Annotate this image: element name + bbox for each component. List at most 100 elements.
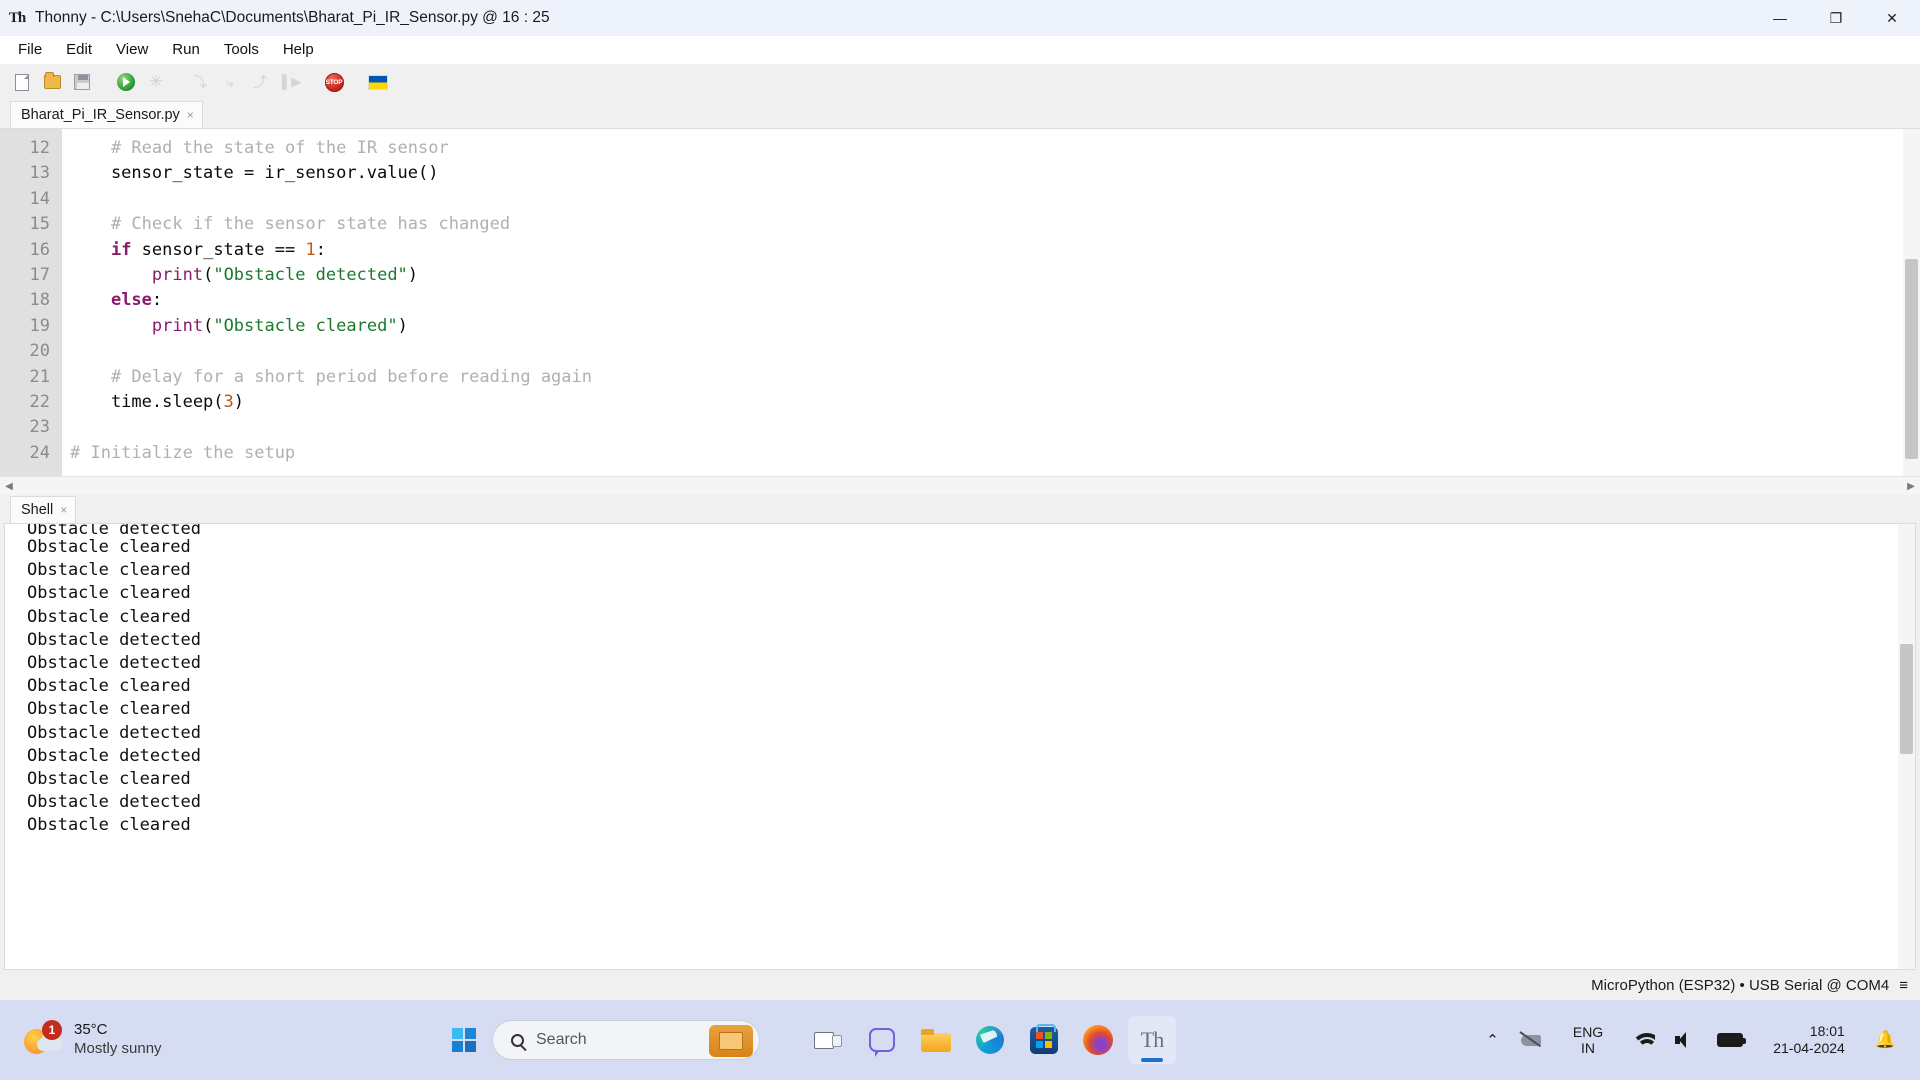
shell-vertical-scrollbar[interactable] <box>1898 524 1915 969</box>
ukraine-flag-button[interactable] <box>364 68 392 96</box>
hscroll-left-arrow-icon[interactable]: ◀ <box>0 481 18 492</box>
microsoft-store-button[interactable] <box>1020 1016 1068 1064</box>
editor-vertical-scrollbar[interactable] <box>1903 129 1920 476</box>
menu-file[interactable]: File <box>6 37 54 63</box>
shell-tab-close-icon[interactable]: × <box>60 503 67 517</box>
weather-text: 35°C Mostly sunny <box>74 1021 162 1059</box>
maximize-button[interactable]: ❐ <box>1808 0 1864 36</box>
code-token: # Read the state of the IR sensor <box>110 138 449 158</box>
step-out-button[interactable]: ⤴ <box>246 68 274 96</box>
debug-button[interactable]: ✳ <box>142 68 170 96</box>
code-line: # Initialize the setup <box>70 441 1920 466</box>
line-number: 14 <box>29 188 50 209</box>
run-button[interactable] <box>112 68 140 96</box>
backend-menu-icon[interactable]: ≡ <box>1899 977 1908 994</box>
edge-button[interactable] <box>966 1016 1014 1064</box>
network-button[interactable] <box>1621 1016 1665 1064</box>
code-token: 1 <box>305 239 316 260</box>
code-token: ( <box>203 264 214 285</box>
clock-time: 18:01 <box>1809 1023 1845 1040</box>
menu-help[interactable]: Help <box>271 37 326 63</box>
shell-line: Obstacle detected <box>27 629 201 650</box>
code-token: # Check if the sensor state has changed <box>110 214 511 235</box>
pen-menu-button[interactable] <box>1509 1016 1555 1064</box>
thonny-taskbar-icon: Th <box>1140 1027 1164 1052</box>
hscroll-right-arrow-icon[interactable]: ▶ <box>1902 481 1920 492</box>
run-icon <box>117 73 135 91</box>
save-file-button[interactable] <box>68 68 96 96</box>
menu-run[interactable]: Run <box>160 37 212 63</box>
shell-scroll-thumb[interactable] <box>1900 644 1913 754</box>
step-into-icon: ⤷ <box>226 74 234 90</box>
step-over-button[interactable]: ⤵ <box>186 68 214 96</box>
editor-horizontal-scrollbar[interactable]: ◀ ▶ <box>0 476 1920 495</box>
line-number: 15 <box>29 214 50 235</box>
chevron-up-icon: ⌃ <box>1486 1032 1499 1049</box>
code-editor[interactable]: 12 13 14 15 16 17 18 19 20 21 22 23 24 # Read the st… <box>0 128 1920 476</box>
shell-line: Obstacle cleared <box>27 676 191 697</box>
shell-line: Obstacle detected <box>27 792 201 813</box>
weather-widget[interactable]: 1 35°C Mostly sunny <box>22 1020 322 1059</box>
title-bar: Th Thonny - C:\Users\SnehaC\Documents\Bh… <box>0 0 1920 36</box>
code-token: time.sleep( <box>70 391 224 412</box>
battery-button[interactable] <box>1707 1016 1753 1064</box>
code-token: ) <box>233 391 245 412</box>
search-input[interactable]: Search <box>492 1020 760 1060</box>
chat-button[interactable] <box>858 1016 906 1064</box>
file-explorer-button[interactable] <box>912 1016 960 1064</box>
menu-tools[interactable]: Tools <box>212 37 271 63</box>
code-token: # Initialize the setup <box>70 442 296 463</box>
briefcase-icon <box>709 1025 753 1057</box>
code-token: "Obstacle cleared" <box>213 315 398 336</box>
shell-output[interactable]: Obstacle detected Obstacle cleared Obstacl… <box>5 524 1915 969</box>
clock-button[interactable]: 18:01 21-04-2024 <box>1753 1016 1865 1064</box>
stop-button[interactable]: STOP <box>320 68 348 96</box>
shell-line: Obstacle cleared <box>27 815 191 836</box>
show-hidden-icons-button[interactable]: ⌃ <box>1476 1016 1509 1064</box>
tab-shell[interactable]: Shell × <box>10 496 77 523</box>
code-line: # Delay for a short period before readin… <box>70 365 1920 390</box>
close-button[interactable]: ✕ <box>1864 0 1920 36</box>
code-line: if sensor_state == 1: <box>70 238 1920 263</box>
menu-edit[interactable]: Edit <box>54 37 104 63</box>
line-number: 16 <box>29 239 50 260</box>
shell-tab-label: Shell <box>21 502 54 518</box>
resume-button[interactable]: ▌▶ <box>276 68 304 96</box>
windows-logo-icon <box>451 1027 477 1053</box>
code-token: ) <box>397 315 408 336</box>
interpreter-status[interactable]: MicroPython (ESP32) • USB Serial @ COM4 <box>1591 977 1889 994</box>
code-token: if <box>110 239 132 260</box>
shell-panel[interactable]: Obstacle detected Obstacle cleared Obstacl… <box>4 523 1916 970</box>
editor-scroll-thumb[interactable] <box>1905 259 1918 459</box>
task-view-button[interactable] <box>804 1016 852 1064</box>
menu-view[interactable]: View <box>104 37 160 63</box>
code-token: ( <box>203 315 214 336</box>
wifi-icon <box>1631 1031 1656 1049</box>
new-file-button[interactable] <box>8 68 36 96</box>
line-number: 21 <box>29 366 50 387</box>
line-number: 24 <box>29 442 50 463</box>
minimize-button[interactable]: — <box>1752 0 1808 36</box>
volume-button[interactable] <box>1665 1016 1707 1064</box>
code-token: sensor_state = ir_sensor.value() <box>70 163 439 184</box>
shell-line: Obstacle cleared <box>27 768 191 789</box>
step-into-button[interactable]: ⤷ <box>216 68 244 96</box>
new-file-icon <box>15 73 29 91</box>
firefox-button[interactable] <box>1074 1016 1122 1064</box>
line-number: 20 <box>29 341 50 362</box>
open-file-button[interactable] <box>38 68 66 96</box>
code-line: else: <box>70 288 1920 313</box>
tab-close-icon[interactable]: × <box>187 108 194 122</box>
code-area[interactable]: # Read the state of the IR sensor sensor… <box>62 129 1920 476</box>
language-button[interactable]: ENG IN <box>1555 1016 1621 1064</box>
thonny-window: Th Thonny - C:\Users\SnehaC\Documents\Bh… <box>0 0 1920 1000</box>
task-view-icon <box>814 1030 842 1051</box>
line-number: 12 <box>29 138 50 158</box>
start-button[interactable] <box>440 1016 488 1064</box>
shell-line: Obstacle cleared <box>27 537 191 557</box>
tab-bharat-pi-ir-sensor[interactable]: Bharat_Pi_IR_Sensor.py × <box>10 101 203 128</box>
microsoft-store-icon <box>1030 1023 1058 1054</box>
firefox-icon <box>1083 1025 1113 1055</box>
notifications-button[interactable]: 🔔 <box>1865 1016 1906 1064</box>
thonny-taskbar-button[interactable]: Th <box>1128 1016 1176 1064</box>
